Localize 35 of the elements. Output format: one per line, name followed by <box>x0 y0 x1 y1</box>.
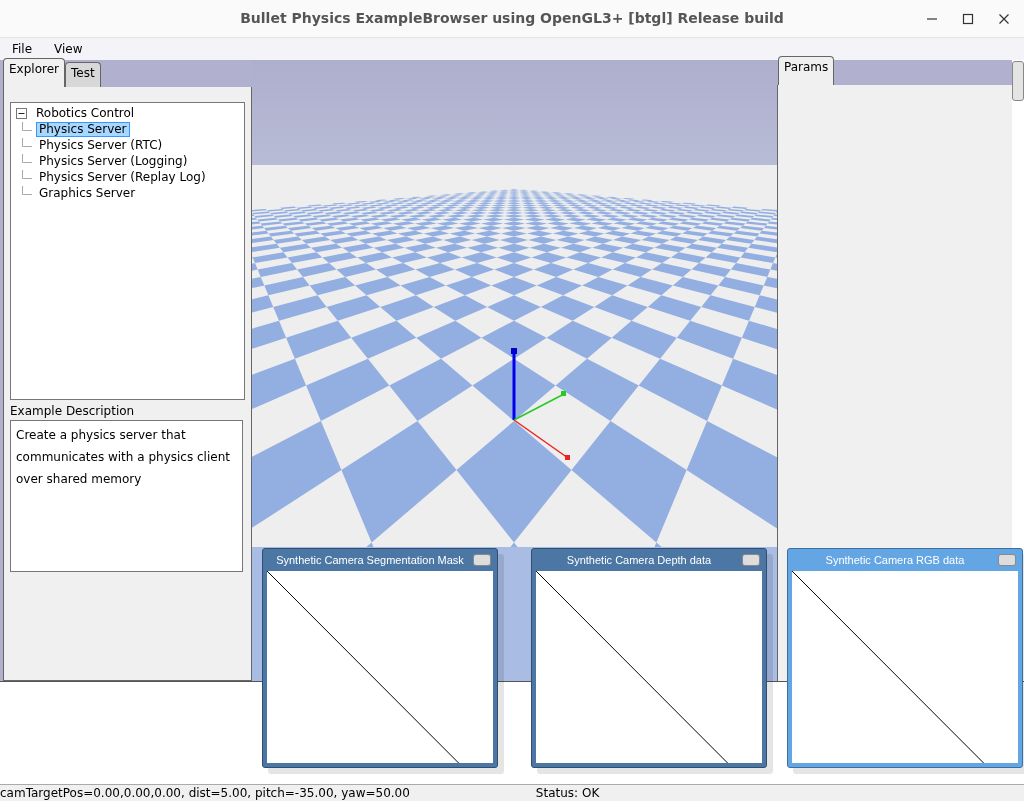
minimize-button[interactable] <box>998 554 1016 566</box>
panel-tab[interactable]: Explorer <box>3 57 65 87</box>
panel-tab[interactable]: Test <box>64 61 101 87</box>
window-title: Bullet Physics ExampleBrowser using OpenGL3+ [btgl] Release build <box>240 10 784 27</box>
maximize-icon[interactable] <box>962 13 974 25</box>
tree-item[interactable]: Physics Server (Replay Log) <box>36 169 209 185</box>
camera-view-dialog[interactable]: Synthetic Camera Segmentation Mask <box>262 548 498 768</box>
camera-window-title: Synthetic Camera RGB data <box>825 554 965 566</box>
close-icon[interactable] <box>998 13 1010 25</box>
menu-item[interactable]: View <box>54 41 83 56</box>
menu-item[interactable]: File <box>12 41 33 56</box>
minimize-button[interactable] <box>742 554 760 566</box>
camera-window-title: Synthetic Camera Depth data <box>566 554 712 566</box>
tree-line-icon <box>22 121 32 131</box>
tree-line-icon <box>22 169 32 179</box>
tree-line-icon <box>22 185 32 195</box>
camera-window-title: Synthetic Camera Segmentation Mask <box>276 554 464 566</box>
tree-item[interactable]: Physics Server <box>36 121 130 137</box>
status-text: Status: OK <box>535 786 600 800</box>
collapse-icon[interactable] <box>16 108 27 120</box>
camera-view-dialog[interactable]: Synthetic Camera Depth data <box>531 548 767 768</box>
scroll-up-icon[interactable] <box>1012 60 1024 101</box>
camera-status-text: camTargetPos=0.00,0.00,0.00, dist=5.00, pitch=-35.00, yaw=50.00 <box>0 786 410 800</box>
description-text: Create a physics server that <box>16 426 187 444</box>
minimize-button[interactable] <box>473 554 491 566</box>
tree-item[interactable]: Physics Server (Logging) <box>36 153 191 169</box>
tree-line-icon <box>22 137 32 147</box>
tree-item[interactable]: Graphics Server <box>36 185 139 201</box>
section-heading: Example Description <box>10 402 136 420</box>
panel-tab[interactable]: Params <box>778 55 835 85</box>
tree-item[interactable]: Physics Server (RTC) <box>36 137 166 153</box>
description-text: communicates with a physics client <box>16 448 231 466</box>
tree-line-icon <box>22 153 32 163</box>
description-text: over shared memory <box>16 470 143 488</box>
tree-item[interactable]: Robotics Control <box>33 106 138 122</box>
